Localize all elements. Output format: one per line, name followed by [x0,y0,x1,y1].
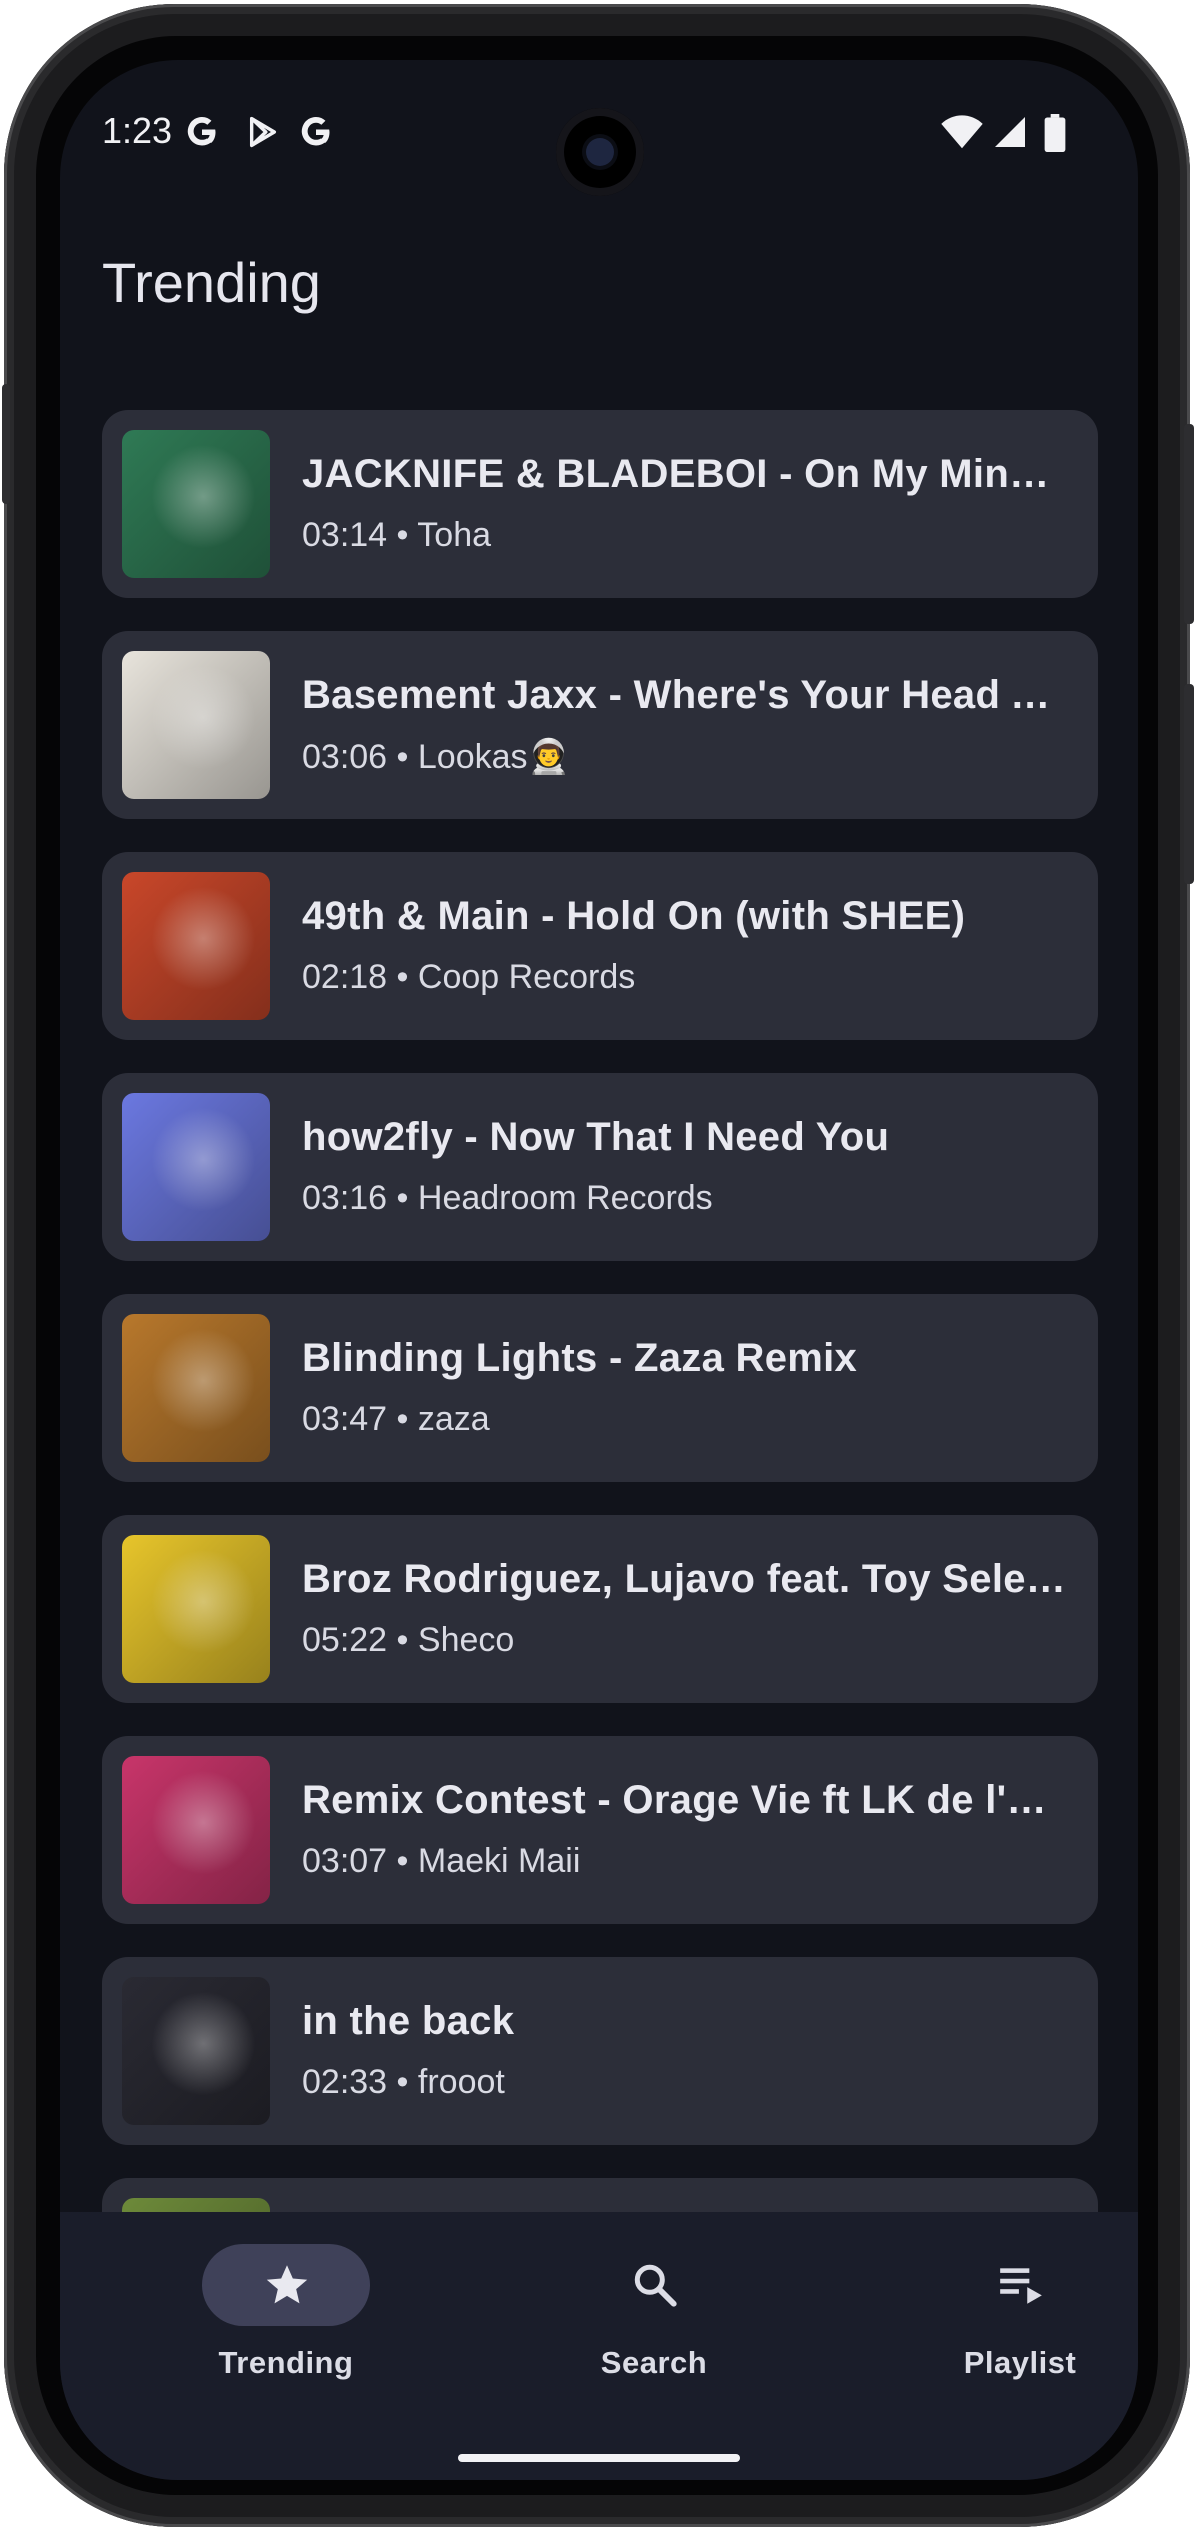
track-card[interactable]: JACKNIFE & BLADEBOI - On My Mind (Extend… [102,410,1098,598]
album-art [122,1756,270,1904]
track-title: Broz Rodriguez, Lujavo feat. Toy Selecta… [302,1557,1072,1601]
playlist-play-icon [1000,2268,1042,2304]
meta-separator: • [387,1400,418,1438]
album-art [122,1977,270,2125]
track-duration: 02:33 [302,2063,388,2101]
track-list[interactable]: JACKNIFE & BLADEBOI - On My Mind (Extend… [102,410,1098,2264]
track-title: JACKNIFE & BLADEBOI - On My Mind (Extend… [302,452,1072,496]
volume-button [1184,424,1194,624]
track-artist: zaza [417,1400,490,1438]
track-card[interactable]: Blinding Lights - Zaza Remix 03:47 • zaza [102,1294,1098,1482]
track-duration: 03:16 [302,1179,388,1217]
wifi-icon [941,115,983,149]
album-art [122,651,270,799]
track-duration: 02:18 [302,958,388,996]
front-camera [556,108,644,196]
track-artist: Lookas👨‍🚀 [417,738,570,776]
track-meta: 03:07 • Maeki Maii [302,1842,580,1881]
album-art [122,1314,270,1462]
track-duration: 03:06 [302,738,388,776]
battery-icon [1044,114,1066,152]
track-artist: frooot [417,2063,505,2101]
track-meta: 02:33 • frooot [302,2063,505,2102]
track-duration: 03:47 [302,1400,388,1438]
track-artist: Toha [417,516,492,554]
album-art [122,1535,270,1683]
nav-item-search[interactable]: Search [524,2212,784,2412]
track-meta: 05:22 • Sheco [302,1621,514,1660]
track-meta: 03:47 • zaza [302,1400,490,1439]
phone-frame: 1:23 Trending JACKNIFE & BLADEBOI - On M… [2,4,1194,2527]
meta-separator: • [387,516,418,554]
track-duration: 03:14 [302,516,388,554]
track-artist: Sheco [417,1621,515,1659]
cellular-signal-icon [995,117,1025,147]
track-card[interactable]: how2fly - Now That I Need You 03:16 • Hea… [102,1073,1098,1261]
home-indicator [458,2454,740,2462]
nav-item-playlist[interactable]: Playlist [890,2212,1138,2412]
track-title: Basement Jaxx - Where's Your Head At (Lo… [302,673,1072,717]
app-screen: 1:23 Trending JACKNIFE & BLADEBOI - On M… [60,60,1138,2480]
track-title: Remix Contest - Orage Vie ft LK de l'Hôt… [302,1778,1072,1822]
play-store-icon [249,116,277,148]
search-icon [634,2264,677,2307]
track-artist: Headroom Records [417,1179,713,1217]
nav-label-trending: Trending [218,2345,354,2380]
track-card[interactable]: in the back 02:33 • frooot [102,1957,1098,2145]
track-title: Blinding Lights - Zaza Remix [302,1336,858,1380]
status-bar: 1:23 [60,60,1138,200]
track-meta: 03:06 • Lookas👨‍🚀 [302,737,570,777]
status-time: 1:23 [102,110,173,151]
track-card[interactable]: Broz Rodriguez, Lujavo feat. Toy Selecta… [102,1515,1098,1703]
track-meta: 03:14 • Toha [302,516,491,555]
track-artist: Maeki Maii [417,1842,581,1880]
meta-separator: • [387,1179,418,1217]
track-title: how2fly - Now That I Need You [302,1115,890,1159]
meta-separator: • [387,1842,418,1880]
track-duration: 05:22 [302,1621,388,1659]
track-title: in the back [302,1999,515,2043]
track-meta: 03:16 • Headroom Records [302,1179,713,1218]
meta-separator: • [387,2063,418,2101]
track-duration: 03:07 [302,1842,388,1880]
nav-label-playlist: Playlist [963,2345,1077,2380]
album-art [122,872,270,1020]
album-art [122,430,270,578]
meta-separator: • [387,738,418,776]
nav-item-trending[interactable]: Trending [156,2212,416,2412]
page-title: Trending [102,251,321,314]
google-g-icon [187,117,216,146]
track-title: 49th & Main - Hold On (with SHEE) [302,894,966,938]
track-artist: Coop Records [417,958,636,996]
album-art [122,1093,270,1241]
side-button-left [2,384,10,504]
google-g-icon [301,117,330,146]
meta-separator: • [387,958,418,996]
power-button [1184,684,1194,884]
star-icon [266,2265,308,2304]
track-meta: 02:18 • Coop Records [302,958,635,997]
meta-separator: • [387,1621,418,1659]
bottom-navigation: Trending Search Playlist [60,2212,1138,2480]
track-card[interactable]: Basement Jaxx - Where's Your Head At (Lo… [102,631,1098,819]
nav-label-search: Search [600,2345,708,2380]
track-card[interactable]: 49th & Main - Hold On (with SHEE) 02:18 •… [102,852,1098,1040]
track-card[interactable]: Remix Contest - Orage Vie ft LK de l'Hôt… [102,1736,1098,1924]
